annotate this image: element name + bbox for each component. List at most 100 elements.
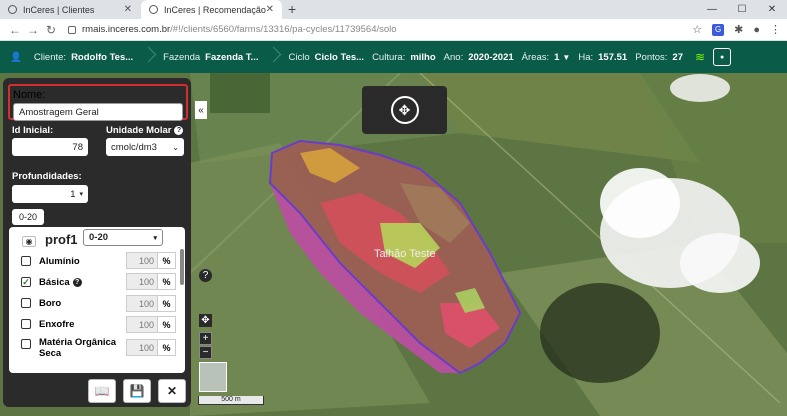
profundidades-label: Profundidades: [12,171,82,182]
context-bar: 👤 Cliente: Rodolfo Tes... Fazenda Fazenda … [0,41,787,73]
depth-tab-0-20[interactable]: 0-20 [12,209,44,225]
tab-label: InCeres | Clientes [23,4,95,15]
nutrient-row-aluminio[interactable]: Alumínio [21,252,80,270]
checkbox-aluminio[interactable] [21,256,31,266]
user-icon[interactable]: 👤 [10,52,22,63]
nutrient-row-materia-organica[interactable]: Matéria Orgânica Seca [21,337,117,363]
address-bar: ← → ↻ rmais.inceres.com.br/#!/clients/65… [0,19,787,41]
cliente-crumb[interactable]: Cliente: Rodolfo Tes... [30,41,137,73]
percent-value[interactable]: 100 [126,252,158,269]
maximize-icon[interactable]: ☐ [727,0,757,19]
translate-icon[interactable]: G [712,23,725,36]
close-tab-icon[interactable]: ✕ [266,4,274,15]
caret-down-icon: ▾ [153,234,157,242]
fazenda-label: Fazenda [163,51,201,63]
percent-input-boro[interactable]: 100% [126,295,176,312]
profundidades-select[interactable]: 1 ▾ [12,185,88,203]
nutrient-row-enxofre[interactable]: Enxofre [21,315,74,333]
close-button[interactable]: ✕ [158,379,186,403]
back-icon[interactable]: ← [6,23,24,37]
percent-input-aluminio[interactable]: 100% [126,252,176,269]
scrollbar-thumb[interactable] [180,249,184,285]
chevron-right-icon [268,41,278,73]
forward-icon[interactable]: → [24,23,42,37]
percent-value[interactable]: 100 [126,316,158,333]
nutrient-label: Básica [39,276,70,288]
percent-input-materia-organica[interactable]: 100% [126,339,176,356]
checkbox-basica-checked[interactable]: ✓ [21,277,31,287]
url-host: rmais.inceres.com.br [82,24,171,35]
bookmark-star-icon[interactable]: ☆ [692,23,702,36]
checkbox-boro[interactable] [21,298,31,308]
area-label: Talhão Teste [374,248,436,260]
nutrient-row-boro[interactable]: Boro [21,294,61,312]
profile-icon[interactable]: ● [753,24,760,36]
ano-info: Ano: 2020-2021 [440,41,518,73]
areas-value: 1 [554,51,560,63]
nutrient-label: Matéria Orgânica Seca [39,337,117,359]
new-tab-icon[interactable]: + [288,1,296,17]
tab-recomendacao[interactable]: InCeres | Recomendação ✕ [141,0,282,19]
close-tab-icon[interactable]: ✕ [124,4,132,15]
save-icon: 💾 [129,384,145,398]
percent-input-basica[interactable]: 100% [126,273,176,290]
browser-tab-strip: InCeres | Clientes ✕ InCeres | Recomenda… [0,0,787,19]
collapse-panel-button[interactable]: « [195,101,207,119]
menu-dots-icon[interactable]: ⋮ [770,23,781,36]
inceres-favicon-icon [8,5,17,14]
help-icon[interactable]: ? [174,126,184,135]
ciclo-value: Ciclo Tes... [314,51,365,63]
scale-bar: 500 m [198,396,264,405]
chevron-down-icon: ⌄ [172,142,179,152]
id-inicial-input[interactable]: 78 [12,138,88,156]
ano-label: Ano: [443,51,464,63]
close-window-icon[interactable]: ✕ [757,0,787,19]
checkbox-enxofre[interactable] [21,319,31,329]
url-field[interactable]: rmais.inceres.com.br/#!/clients/6560/far… [68,24,692,35]
move-control-icon[interactable]: ✥ [199,314,212,327]
ciclo-label: Ciclo [288,51,310,63]
percent-value[interactable]: 100 [126,295,158,312]
percent-input-enxofre[interactable]: 100% [126,316,176,333]
areas-dropdown[interactable]: Áreas: 1 ▼ [518,41,575,73]
caret-down-icon: ▾ [79,191,83,198]
unidade-molar-value: cmolc/dm3 [111,141,157,153]
nutrient-label: Enxofre [39,318,75,330]
help-icon[interactable]: ? [72,277,82,287]
sync-status-icon[interactable]: ● [713,48,732,66]
tab-label: InCeres | Recomendação [164,4,266,15]
fazenda-crumb[interactable]: Fazenda Fazenda T... [159,41,262,73]
percent-unit: % [158,295,176,312]
book-icon: 📖 [94,384,110,398]
tab-clientes[interactable]: InCeres | Clientes ✕ [0,0,140,19]
basemap-thumbnail[interactable] [199,362,227,392]
move-map-button[interactable]: ✥ [362,86,447,134]
areas-label: Áreas: [521,51,550,63]
wifi-icon: ≋ [695,50,706,64]
id-inicial-label: Id Inicial: [12,125,54,136]
percent-value[interactable]: 100 [126,339,158,356]
pontos-value: 27 [672,51,683,63]
notebook-button[interactable]: 📖 [88,379,116,403]
nutrient-row-basica[interactable]: ✓ Básica? [21,273,82,291]
eye-icon[interactable]: ◉ [22,236,36,247]
reload-icon[interactable]: ↻ [42,23,60,37]
minimize-icon[interactable]: — [697,0,727,19]
unidade-molar-label-group: Unidade Molar? [106,125,184,136]
percent-unit: % [158,252,176,269]
close-icon: ✕ [166,384,178,398]
zoom-in-button[interactable]: + [199,332,212,345]
zoom-out-button[interactable]: − [199,346,212,359]
chevron-down-icon: ▼ [562,52,571,62]
prof-depth-select[interactable]: 0-20 ▾ [83,229,163,246]
unidade-molar-select[interactable]: cmolc/dm3 ⌄ [106,138,184,156]
checkbox-materia-organica[interactable] [21,339,31,349]
nome-input[interactable]: Amostragem Geral [13,103,183,121]
percent-value[interactable]: 100 [126,273,158,290]
ciclo-crumb[interactable]: Ciclo Ciclo Tes... [284,41,368,73]
save-button[interactable]: 💾 [123,379,151,403]
extensions-icon[interactable]: ✱ [734,23,743,36]
help-button[interactable]: ? [199,269,212,282]
ha-value: 157.51 [598,51,628,63]
ano-value: 2020-2021 [468,51,514,63]
